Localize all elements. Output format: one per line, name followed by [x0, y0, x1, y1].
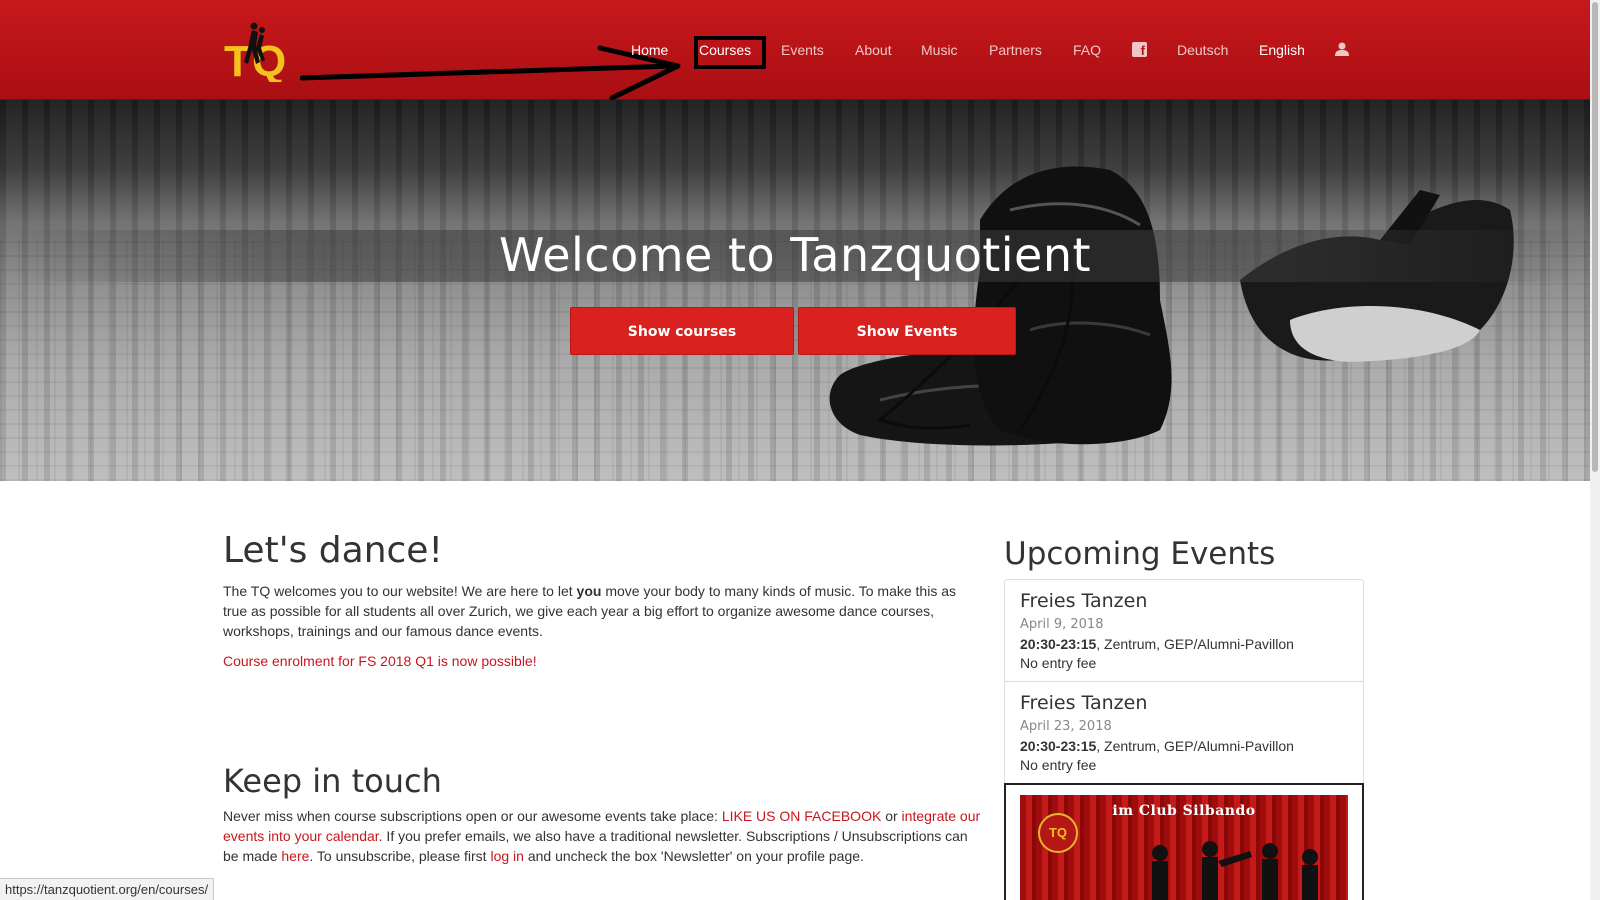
event-item[interactable]: Freies Tanzen April 23, 2018 20:30-23:15…: [1005, 682, 1363, 784]
keep-in-touch-paragraph: Never miss when course subscriptions ope…: [223, 806, 983, 866]
top-navbar: T Q Home Courses Events About Music Part…: [0, 0, 1590, 101]
enrolment-link[interactable]: Course enrolment for FS 2018 Q1 is now p…: [223, 651, 983, 671]
event-place: , Zentrum, GEP/Alumni-Pavillon: [1096, 738, 1294, 754]
hero-title: Welcome to Tanzquotient: [498, 228, 1092, 282]
event-title[interactable]: Freies Tanzen: [1020, 691, 1348, 715]
hero-banner: Welcome to Tanzquotient Show courses Sho…: [0, 100, 1590, 481]
facebook-icon[interactable]: f: [1132, 42, 1147, 57]
user-icon[interactable]: [1334, 41, 1350, 57]
courses-highlight-box: [694, 36, 766, 69]
event-fee: No entry fee: [1020, 655, 1097, 671]
nav-music[interactable]: Music: [921, 40, 958, 60]
nav-lang-english[interactable]: English: [1259, 40, 1305, 60]
event-date: April 9, 2018: [1020, 617, 1104, 632]
facebook-like-link[interactable]: LIKE US ON FACEBOOK: [722, 808, 882, 824]
main-content: Let's dance! The TQ welcomes you to our …: [223, 530, 983, 671]
event-date: April 23, 2018: [1020, 719, 1112, 734]
events-list: Freies Tanzen April 9, 2018 20:30-23:15,…: [1004, 579, 1364, 785]
link-status-bar: https://tanzquotient.org/en/courses/: [0, 878, 215, 900]
event-fee: No entry fee: [1020, 757, 1097, 773]
nav-events[interactable]: Events: [781, 40, 824, 60]
intro-bold-you: you: [576, 583, 602, 599]
main-nav: Home Courses Events About Music Partners…: [0, 0, 1590, 100]
event-time-place: 20:30-23:15, Zentrum, GEP/Alumni-Pavillo…: [1020, 634, 1348, 654]
newsletter-here-link[interactable]: here: [281, 848, 309, 864]
welcome-heading: Let's dance!: [223, 530, 443, 571]
dance-shoes-image: [829, 166, 1514, 446]
intro-paragraph: The TQ welcomes you to our website! We a…: [223, 581, 983, 641]
event-title[interactable]: Freies Tanzen: [1020, 589, 1348, 613]
nav-home[interactable]: Home: [631, 40, 668, 60]
nav-lang-deutsch[interactable]: Deutsch: [1177, 40, 1228, 60]
event-place: , Zentrum, GEP/Alumni-Pavillon: [1096, 636, 1294, 652]
event-time: 20:30-23:15: [1020, 636, 1097, 652]
event-item[interactable]: Freies Tanzen April 9, 2018 20:30-23:15,…: [1005, 580, 1363, 682]
login-link[interactable]: log in: [490, 848, 523, 864]
show-events-button[interactable]: Show Events: [798, 307, 1016, 355]
event-poster-card[interactable]: im Club Silbando TQ: [1004, 783, 1364, 900]
band-silhouette-image: [1152, 841, 1318, 900]
nav-faq[interactable]: FAQ: [1073, 40, 1101, 60]
page-scrollbar-thumb[interactable]: [1592, 2, 1598, 472]
intro-text: The TQ welcomes you to our website! We a…: [223, 583, 577, 599]
nav-about[interactable]: About: [855, 40, 892, 60]
keep-text-5: and uncheck the box 'Newsletter' on your…: [523, 848, 864, 864]
keep-text-4: . To unsubscribe, please first: [309, 848, 491, 864]
event-poster-image[interactable]: im Club Silbando TQ: [1020, 795, 1348, 900]
upcoming-events-heading: Upcoming Events: [1004, 536, 1276, 572]
show-courses-button[interactable]: Show courses: [570, 307, 794, 355]
poster-tq-logo: TQ: [1038, 813, 1078, 853]
event-time: 20:30-23:15: [1020, 738, 1097, 754]
event-time-place: 20:30-23:15, Zentrum, GEP/Alumni-Pavillo…: [1020, 736, 1348, 756]
nav-partners[interactable]: Partners: [989, 40, 1042, 60]
keep-text-2: or: [881, 808, 902, 824]
keep-text-1: Never miss when course subscriptions ope…: [223, 808, 722, 824]
keep-in-touch-heading: Keep in touch: [223, 762, 442, 800]
